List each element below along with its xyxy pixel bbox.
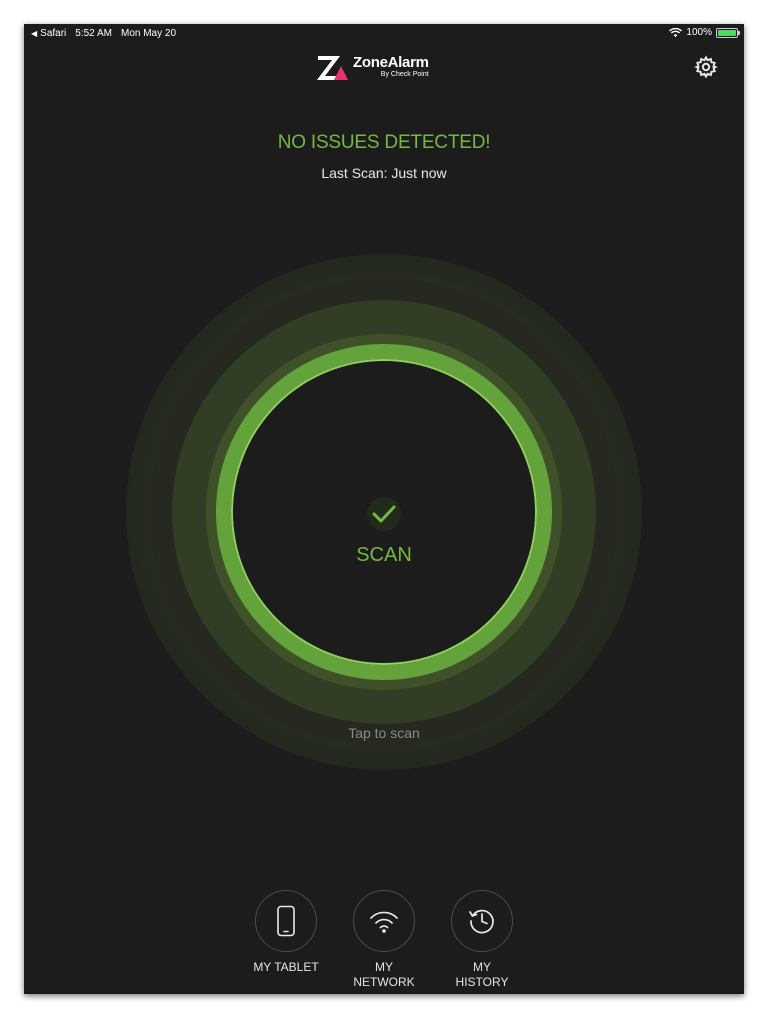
back-caret-icon: ◀ bbox=[31, 29, 38, 38]
status-bar-right: 100% bbox=[669, 27, 740, 38]
nav-item-my-history[interactable]: MY HISTORY bbox=[434, 890, 530, 990]
nav-item-my-tablet[interactable]: MY TABLET bbox=[238, 890, 334, 975]
status-time: 5:52 AM bbox=[75, 28, 112, 39]
status-bar-left: ◀ Safari 5:52 AM Mon May 20 bbox=[31, 28, 176, 39]
scan-status-title: NO ISSUES DETECTED! bbox=[277, 132, 491, 153]
battery-fill bbox=[718, 29, 736, 36]
logo-text: ZoneAlarm By Check Point bbox=[353, 52, 429, 79]
settings-button[interactable] bbox=[694, 55, 718, 79]
battery-icon bbox=[716, 27, 740, 38]
back-app-label: Safari bbox=[40, 28, 67, 39]
wifi-icon bbox=[370, 911, 398, 933]
zonealarm-logo: ZoneAlarm By Check Point bbox=[315, 52, 429, 82]
battery-percent: 100% bbox=[686, 27, 712, 38]
status-date: Mon May 20 bbox=[120, 28, 177, 39]
nav-item-my-network[interactable]: MY NETWORK bbox=[336, 890, 432, 990]
scan-button-label[interactable]: SCAN bbox=[24, 544, 744, 567]
app-screen: ◀ Safari 5:52 AM Mon May 20 100% ZoneAla… bbox=[24, 24, 744, 994]
nav-circle-network bbox=[353, 890, 415, 952]
back-to-app-link[interactable]: ◀ Safari bbox=[31, 28, 66, 39]
bottom-nav: MY TABLET MY NETWORK MY HISTORY bbox=[24, 890, 744, 994]
last-scan-text: Last Scan: Just now bbox=[321, 165, 447, 181]
nav-circle-tablet bbox=[255, 890, 317, 952]
zonealarm-logo-mark-icon bbox=[317, 56, 348, 80]
logo-name: ZoneAlarm bbox=[353, 54, 429, 71]
checkmark-icon bbox=[367, 497, 401, 531]
nav-circle-history bbox=[451, 890, 513, 952]
nav-label-my-tablet: MY TABLET bbox=[253, 960, 319, 974]
wifi-signal-icon bbox=[669, 27, 683, 37]
nav-label-my-network: MY NETWORK bbox=[353, 960, 415, 989]
nav-label-my-history: MY HISTORY bbox=[455, 960, 509, 989]
tablet-icon bbox=[277, 905, 295, 937]
tap-to-scan-hint: Tap to scan bbox=[348, 725, 420, 741]
history-icon bbox=[469, 909, 494, 934]
logo-subtitle: By Check Point bbox=[380, 71, 429, 78]
status-bar: ◀ Safari 5:52 AM Mon May 20 100% bbox=[24, 24, 744, 44]
gear-icon bbox=[694, 55, 718, 79]
